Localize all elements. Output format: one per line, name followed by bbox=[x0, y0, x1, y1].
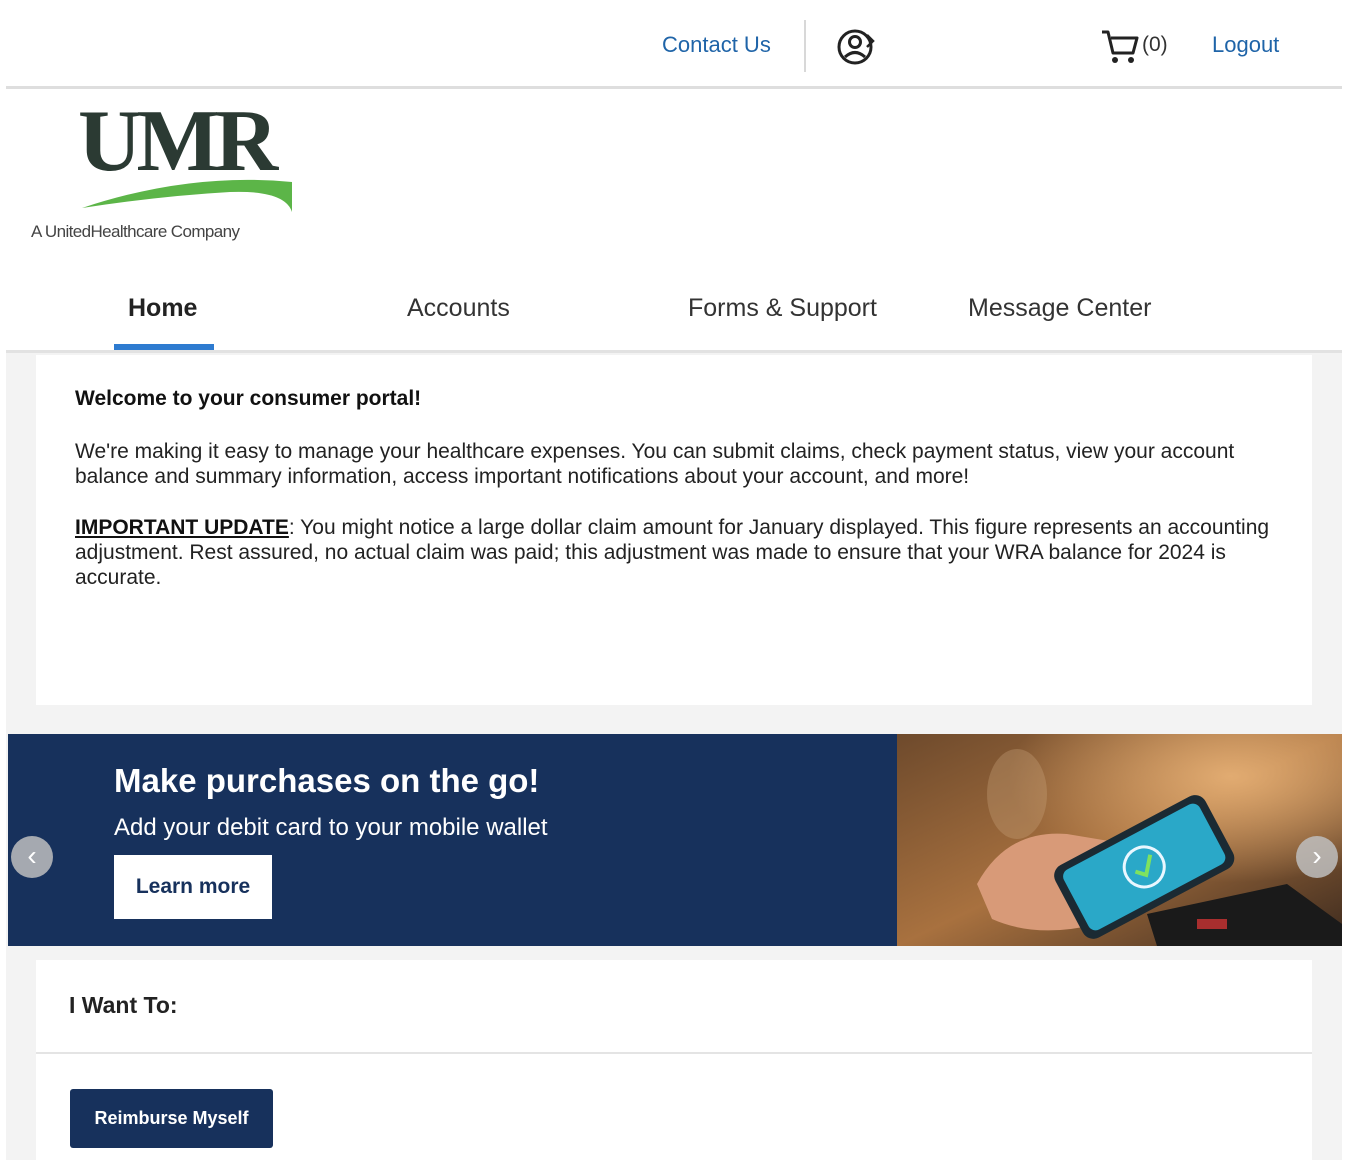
important-update: IMPORTANT UPDATE: You might notice a lar… bbox=[75, 515, 1275, 590]
reimburse-myself-button[interactable]: Reimburse Myself bbox=[70, 1089, 273, 1148]
carousel-prev-button[interactable]: ‹ bbox=[11, 836, 53, 878]
i-want-to-card: I Want To: Reimburse Myself bbox=[36, 960, 1312, 1160]
welcome-card: Welcome to your consumer portal! We're m… bbox=[36, 355, 1312, 705]
cart-count: (0) bbox=[1142, 33, 1168, 56]
i-want-to-divider bbox=[36, 1052, 1312, 1054]
logo-tagline: A UnitedHealthcare Company bbox=[31, 222, 240, 241]
main-nav: Home Accounts Forms & Support Message Ce… bbox=[0, 280, 1364, 352]
user-circle-icon[interactable] bbox=[836, 27, 876, 67]
umr-logo[interactable]: UMR A UnitedHealthcare Company bbox=[28, 98, 328, 248]
redacted-username bbox=[892, 10, 1082, 92]
logo-swoosh bbox=[82, 179, 292, 212]
header-divider bbox=[6, 86, 1342, 89]
i-want-to-title: I Want To: bbox=[69, 992, 178, 1018]
chevron-left-icon: ‹ bbox=[27, 840, 37, 871]
cart-icon[interactable] bbox=[1100, 28, 1140, 66]
tab-forms-support[interactable]: Forms & Support bbox=[688, 294, 877, 323]
tab-accounts[interactable]: Accounts bbox=[407, 294, 510, 323]
portal-page: Contact Us (0) Logout UMR A UnitedHealth… bbox=[0, 0, 1364, 1160]
welcome-body: We're making it easy to manage your heal… bbox=[75, 440, 1235, 488]
contact-us-link[interactable]: Contact Us bbox=[662, 32, 771, 58]
utility-bar: Contact Us (0) Logout bbox=[0, 0, 1364, 92]
learn-more-button[interactable]: Learn more bbox=[114, 855, 272, 919]
utility-divider bbox=[804, 20, 806, 72]
banner-title: Make purchases on the go! bbox=[114, 762, 540, 799]
logout-link[interactable]: Logout bbox=[1212, 32, 1279, 58]
promo-banner: Make purchases on the go! Add your debit… bbox=[8, 734, 1342, 946]
mobile-payment-photo bbox=[897, 734, 1342, 946]
welcome-title: Welcome to your consumer portal! bbox=[75, 387, 422, 410]
carousel-next-button[interactable]: › bbox=[1296, 836, 1338, 878]
important-update-label: IMPORTANT UPDATE bbox=[75, 516, 289, 539]
banner-subtitle: Add your debit card to your mobile walle… bbox=[114, 814, 548, 841]
tab-message-center[interactable]: Message Center bbox=[968, 294, 1151, 323]
tab-home[interactable]: Home bbox=[128, 294, 197, 323]
chevron-right-icon: › bbox=[1312, 840, 1322, 871]
